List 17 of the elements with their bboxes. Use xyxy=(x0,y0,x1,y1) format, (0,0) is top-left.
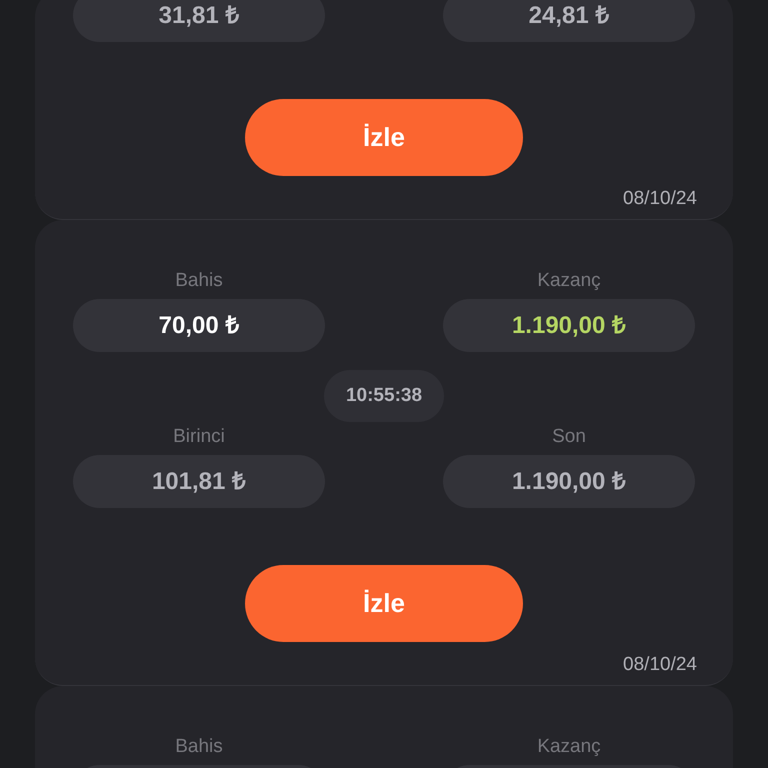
watch-button[interactable]: İzle xyxy=(245,565,523,642)
time-pill: 10:55:38 xyxy=(324,370,444,422)
field-label: Kazanç xyxy=(537,269,601,293)
bet-date: 08/10/24 xyxy=(623,653,697,677)
field-label: Birinci xyxy=(173,425,225,449)
field-label: Bahis xyxy=(175,269,223,293)
bet-date: 08/10/24 xyxy=(623,187,697,211)
amount-pill: 70,00 ₺ xyxy=(73,299,325,352)
field-label: Kazanç xyxy=(537,735,601,759)
field-label: Bahis xyxy=(175,735,223,759)
amount-pill: 101,81 ₺ xyxy=(73,455,325,508)
amount-pill: 1.190,00 ₺ xyxy=(443,455,695,508)
amount-pill: 31,81 ₺ xyxy=(73,0,325,42)
field-label: Son xyxy=(552,425,586,449)
amount-pill: 24,81 ₺ xyxy=(443,0,695,42)
amount-pill: 1.190,00 ₺ xyxy=(443,299,695,352)
watch-button[interactable]: İzle xyxy=(245,99,523,176)
